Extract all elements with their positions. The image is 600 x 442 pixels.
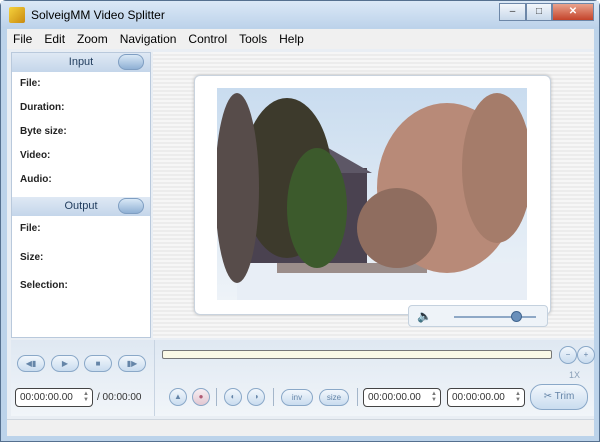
maximize-button[interactable]: □ xyxy=(526,3,552,21)
current-time-field[interactable]: 00:00:00.00 ▲ ▼ xyxy=(15,388,93,407)
menu-tools[interactable]: Tools xyxy=(233,32,273,46)
play-button[interactable]: ▶ xyxy=(51,355,79,372)
invert-selection-button[interactable]: inv xyxy=(281,389,313,406)
open-file-button[interactable] xyxy=(118,54,144,70)
app-window: SolveigMM Video Splitter – □ ✕ File Edit… xyxy=(0,0,600,442)
menu-zoom[interactable]: Zoom xyxy=(71,32,114,46)
zoom-level: 1X xyxy=(569,370,581,380)
info-panel: Input File: Duration: Byte size: Video: … xyxy=(11,52,151,338)
app-icon xyxy=(9,7,25,23)
menu-navigation[interactable]: Navigation xyxy=(114,32,183,46)
trim-label: Trim xyxy=(554,391,575,402)
volume-slider[interactable] xyxy=(454,316,536,318)
spinner-icon[interactable]: ▲ ▼ xyxy=(83,391,89,403)
end-time-field[interactable]: 00:00:00.00 ▲ ▼ xyxy=(447,388,525,407)
speaker-icon[interactable]: 🔈 xyxy=(417,309,432,323)
menu-bar: File Edit Zoom Navigation Control Tools … xyxy=(7,29,594,49)
spinner-icon[interactable]: ▲ ▼ xyxy=(515,391,521,403)
zoom-out-button[interactable]: − xyxy=(559,346,577,364)
title-bar: SolveigMM Video Splitter – □ ✕ xyxy=(1,1,599,28)
next-frame-button[interactable]: ▮▶ xyxy=(118,355,146,372)
stop-button[interactable]: ■ xyxy=(84,355,112,372)
menu-control[interactable]: Control xyxy=(182,32,233,46)
prev-frame-button[interactable]: ◀▮ xyxy=(17,355,45,372)
scissors-icon: ✂ xyxy=(543,391,555,402)
video-stage: 🔈 xyxy=(153,52,594,338)
current-time-value: 00:00:00.00 xyxy=(20,392,73,403)
window-title: SolveigMM Video Splitter xyxy=(31,8,165,22)
set-start-marker-button[interactable]: ▲ xyxy=(169,388,187,406)
total-time: / 00:00:00 xyxy=(97,392,142,403)
main-content: Input File: Duration: Byte size: Video: … xyxy=(7,49,595,419)
input-section-header: Input xyxy=(12,53,150,72)
input-file-label: File: xyxy=(20,78,41,89)
separator xyxy=(357,388,358,406)
divider xyxy=(154,340,155,416)
zoom-in-button[interactable]: + xyxy=(577,346,595,364)
timeline-track[interactable] xyxy=(162,350,552,359)
output-section-header: Output xyxy=(12,197,150,216)
control-panel: ◀▮ ▶ ■ ▮▶ 00:00:00.00 ▲ ▼ / 00:00:00 − + 1… xyxy=(11,340,595,416)
input-audio-label: Audio: xyxy=(20,174,52,185)
output-file-label: File: xyxy=(20,223,41,234)
input-header-label: Input xyxy=(68,56,94,68)
menu-edit[interactable]: Edit xyxy=(38,32,71,46)
input-video-label: Video: xyxy=(20,150,51,161)
separator xyxy=(216,388,217,406)
separator xyxy=(273,388,274,406)
video-preview xyxy=(217,88,527,300)
go-to-start-marker-button[interactable]: ◐ xyxy=(224,388,242,406)
minimize-button[interactable]: – xyxy=(499,3,526,21)
go-to-end-marker-button[interactable]: ◑ xyxy=(247,388,265,406)
size-button[interactable]: size xyxy=(319,389,349,406)
output-size-label: Size: xyxy=(20,252,44,263)
end-time-value: 00:00:00.00 xyxy=(452,392,505,403)
video-frame: 🔈 xyxy=(194,75,551,327)
output-selection-label: Selection: xyxy=(20,280,68,291)
menu-file[interactable]: File xyxy=(7,32,38,46)
start-time-field[interactable]: 00:00:00.00 ▲ ▼ xyxy=(363,388,441,407)
status-bar xyxy=(7,419,594,436)
set-end-marker-button[interactable]: ● xyxy=(192,388,210,406)
output-header-label: Output xyxy=(64,200,98,212)
menu-help[interactable]: Help xyxy=(273,32,310,46)
trim-button[interactable]: ✂ Trim xyxy=(530,384,588,410)
output-settings-button[interactable] xyxy=(118,198,144,214)
start-time-value: 00:00:00.00 xyxy=(368,392,421,403)
volume-control: 🔈 xyxy=(408,305,548,327)
input-bytesize-label: Byte size: xyxy=(20,126,67,137)
close-button[interactable]: ✕ xyxy=(552,3,594,21)
spinner-icon[interactable]: ▲ ▼ xyxy=(431,391,437,403)
volume-slider-knob[interactable] xyxy=(510,311,522,322)
input-duration-label: Duration: xyxy=(20,102,65,113)
